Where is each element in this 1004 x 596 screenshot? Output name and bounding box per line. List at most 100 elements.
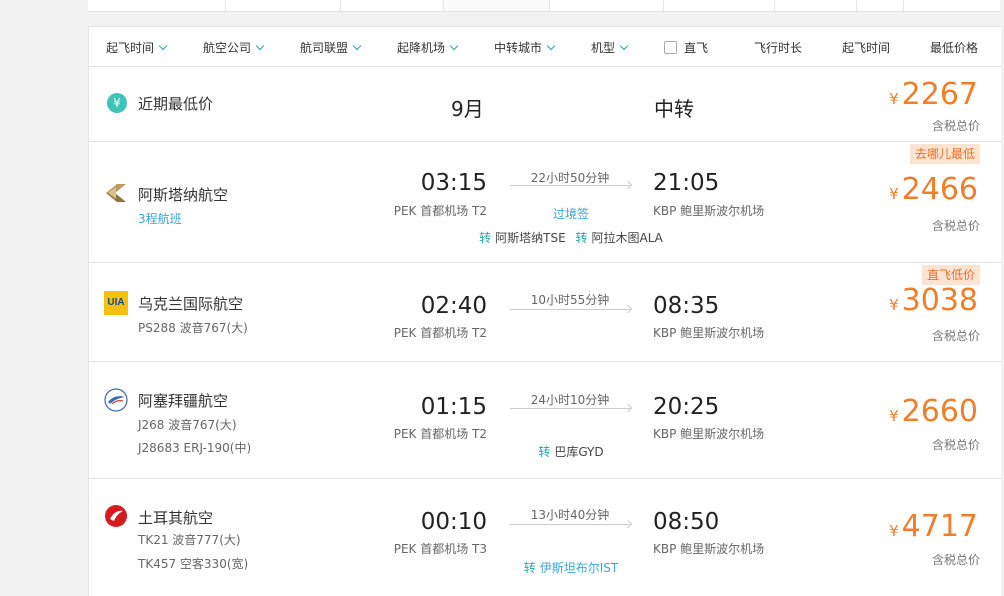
airline-name[interactable]: 阿斯塔纳航空 [138,184,228,205]
arrival-time: 08:35 [653,293,720,319]
tab-divider [549,0,550,11]
transfer-cities: 转巴库GYD [467,443,675,460]
checkbox-icon[interactable] [664,41,677,54]
yen-symbol: ¥ [889,296,899,314]
flight-row[interactable]: UIA 乌克兰国际航空 PS288 波音767(大) 02:40 PEK 首都机… [89,263,1001,362]
recent-lowest-price-row[interactable]: ¥ 近期最低价 9月 中转 ¥2267 含税总价 [89,67,1001,142]
summary-label: 近期最低价 [138,95,214,113]
flight-number-aircraft: PS288 波音767(大) [138,321,248,335]
flight-price[interactable]: ¥2466 [889,172,978,207]
sort-departure-time[interactable]: 起飞时间 [842,39,890,56]
transfer-city: 阿拉木图ALA [591,231,663,245]
flight-number-aircraft: TK21 波音777(大) [138,533,241,547]
flight-price[interactable]: ¥3038 [889,283,978,318]
summary-transfer: 中转 [654,97,694,121]
price-value: 4717 [901,509,978,544]
tab-selected[interactable] [443,0,548,11]
departure-time: 02:40 [420,293,487,319]
departure-airport: PEK 首都机场 T2 [393,427,487,441]
chevron-down-icon [619,41,629,51]
flight-number-aircraft: J28683 ERJ-190(中) [138,441,252,455]
transfer-city: 伊斯坦布尔IST [539,561,619,575]
filter-transfer-city[interactable]: 中转城市 [494,39,556,56]
filter-alliance[interactable]: 航司联盟 [300,39,362,56]
filter-airline[interactable]: 航空公司 [203,39,265,56]
transfer-city: 阿斯塔纳TSE [495,231,566,245]
transfer-city: 巴库GYD [554,445,604,459]
chevron-down-icon [449,41,459,51]
arrival-airport: KBP 鲍里斯波尔机场 [653,326,765,340]
flight-price[interactable]: ¥2660 [889,394,978,429]
tax-label: 含税总价 [931,329,980,343]
filter-aircraft[interactable]: 机型 [591,39,629,56]
arrival-time: 20:25 [653,394,720,420]
flight-row[interactable]: 阿塞拜疆航空 J268 波音767(大) J28683 ERJ-190(中) 0… [89,362,1001,479]
top-tab-strip [88,0,1000,12]
arrow-right-icon [510,408,630,409]
price-value: 2660 [901,394,978,429]
chevron-down-icon [158,41,168,51]
filter-label: 航空公司 [203,41,252,55]
departure-time: 03:15 [420,170,487,196]
direct-only-checkbox[interactable]: 直飞 [664,39,708,56]
chevron-down-icon [546,41,556,51]
tab-divider [663,0,664,11]
tax-label: 含税总价 [931,438,980,452]
yen-symbol: ¥ [889,90,899,108]
arrival-airport: KBP 鲍里斯波尔机场 [653,427,765,441]
flight-duration: 22小时50分钟 [530,171,610,185]
arrival-time: 21:05 [653,170,720,196]
chevron-down-icon [255,41,265,51]
filter-airport[interactable]: 起降机场 [397,39,459,56]
arrival-time: 08:50 [653,509,720,535]
transfer-icon: 转 [479,231,492,245]
flight-number-aircraft: J268 波音767(大) [138,418,237,432]
yen-symbol: ¥ [889,522,899,540]
filter-departure-time[interactable]: 起飞时间 [106,39,168,56]
transfer-icon: 转 [575,231,588,245]
yen-symbol: ¥ [889,185,899,203]
flight-duration: 13小时40分钟 [530,508,610,522]
tab-divider [225,0,226,11]
flight-results-panel: 起飞时间 航空公司 航司联盟 起降机场 中转城市 机型 直飞 飞行时长 起飞时间… [88,26,1001,596]
tax-label: 含税总价 [931,553,980,567]
price-value: 2267 [901,77,978,112]
tab-divider [774,0,775,11]
flight-price[interactable]: ¥4717 [889,509,978,544]
arrow-right-icon [510,524,630,525]
arrival-airport: KBP 鲍里斯波尔机场 [653,542,765,556]
flight-number-aircraft: TK457 空客330(宽) [138,557,249,571]
airline-name[interactable]: 乌克兰国际航空 [138,293,243,314]
summary-price: ¥2267 [889,77,978,112]
transit-visa-note[interactable]: 过境签 [467,205,675,222]
price-value: 2466 [901,172,978,207]
departure-time: 01:15 [420,394,487,420]
chevron-down-icon [352,41,362,51]
sort-lowest-price[interactable]: 最低价格 [930,39,978,56]
sort-label: 最低价格 [930,41,979,55]
sort-duration[interactable]: 飞行时长 [754,39,802,56]
air-astana-logo [106,184,126,202]
filter-label: 机型 [591,41,616,55]
arrow-right-icon [510,309,630,310]
tax-label: 含税总价 [931,219,980,233]
yen-symbol: ¥ [889,407,899,425]
tab-divider [903,0,904,11]
sort-label: 起飞时间 [842,41,891,55]
arrival-airport: KBP 鲍里斯波尔机场 [653,204,765,218]
direct-label: 直飞 [684,41,709,55]
flight-duration: 10小时55分钟 [530,293,610,307]
flight-row[interactable]: 土耳其航空 TK21 波音777(大) TK457 空客330(宽) 00:10… [89,479,1001,596]
flight-row[interactable]: 阿斯塔纳航空 3程航班 03:15 PEK 首都机场 T2 22小时50分钟 过… [89,142,1001,263]
price-value: 3038 [901,283,978,318]
azal-logo [104,388,128,412]
filter-label: 起降机场 [397,41,446,55]
summary-month: 9月 [451,97,484,121]
departure-airport: PEK 首都机场 T3 [393,542,487,556]
airline-name[interactable]: 土耳其航空 [138,507,213,528]
airline-name[interactable]: 阿塞拜疆航空 [138,390,228,411]
flight-duration: 24小时10分钟 [530,393,610,407]
filter-label: 航司联盟 [300,41,349,55]
uia-logo: UIA [104,291,128,315]
multi-leg-link[interactable]: 3程航班 [138,210,182,227]
